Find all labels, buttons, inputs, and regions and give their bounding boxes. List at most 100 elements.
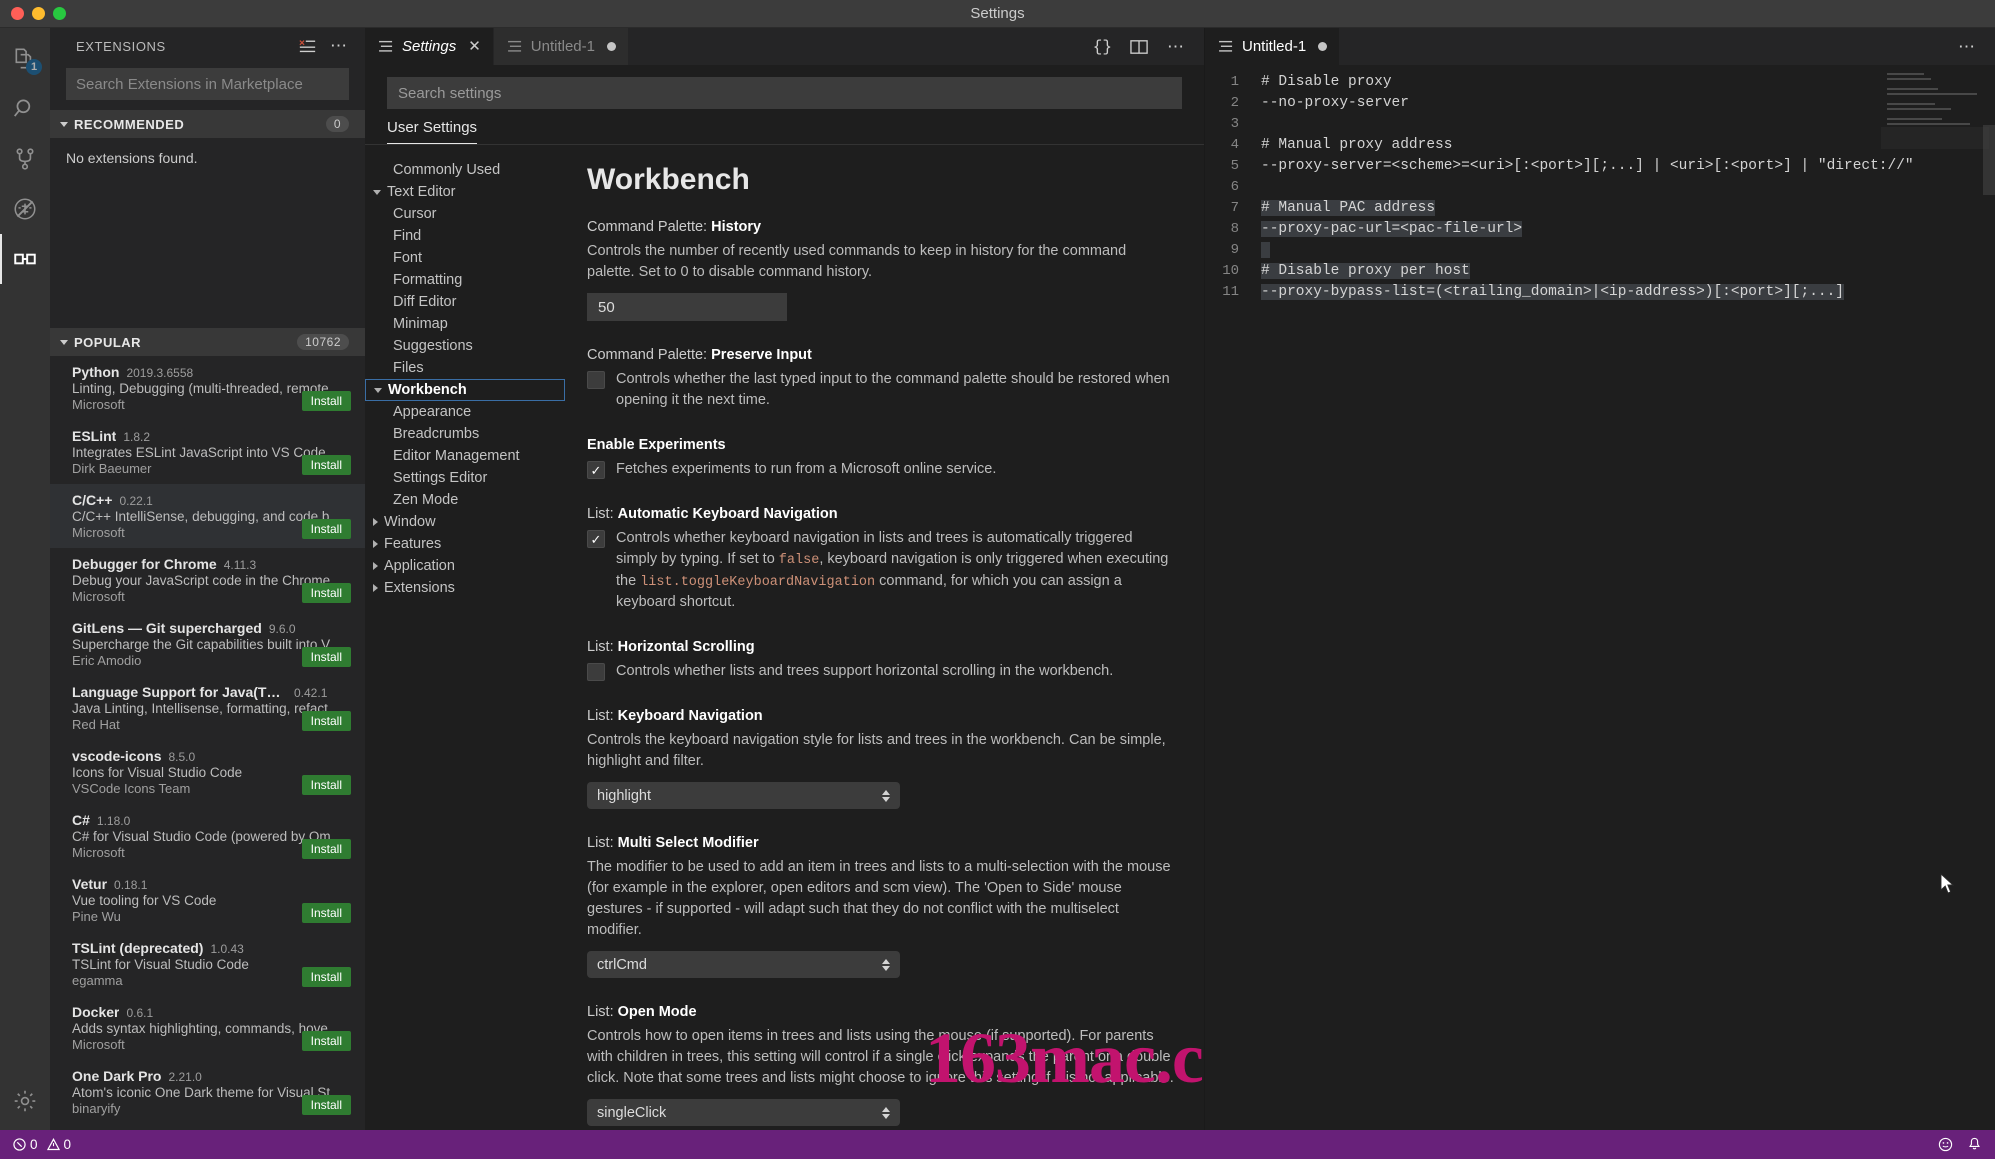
extensions-list-scroll[interactable]: RECOMMENDED 0 No extensions found. POPUL… — [50, 110, 365, 1130]
extension-list-item[interactable]: C/C++ 0.22.1 C/C++ IntelliSense, debugging… — [50, 484, 365, 548]
extension-list-item[interactable]: Maven for Java0.16.1 — [50, 1124, 365, 1130]
setting-checkbox[interactable] — [587, 663, 605, 682]
setting-select[interactable]: singleClick — [587, 1099, 900, 1127]
activity-bar-item-extensions[interactable] — [0, 234, 50, 284]
notifications-bell-icon[interactable] — [1967, 1137, 1982, 1152]
close-icon[interactable]: ✕ — [468, 39, 481, 54]
tab-untitled-1-right[interactable]: Untitled-1 — [1205, 28, 1341, 65]
setting-code-token: false — [778, 553, 820, 569]
install-button[interactable]: Install — [301, 711, 351, 731]
toc-item-label: Text Editor — [387, 184, 456, 200]
extension-list-item[interactable]: ESLint 1.8.2 Integrates ESLint JavaScript … — [50, 420, 365, 484]
extension-list-item[interactable]: TSLint (deprecated) 1.0.43 TSLint for Visu… — [50, 932, 365, 996]
section-popular[interactable]: POPULAR 10762 — [50, 328, 365, 356]
install-button[interactable]: Install — [301, 903, 351, 923]
section-recommended[interactable]: RECOMMENDED 0 — [50, 110, 365, 138]
code-line: 4 # Manual proxy address — [1205, 134, 1995, 155]
activity-bar-item-debug[interactable] — [0, 184, 50, 234]
toc-item-features[interactable]: Features — [365, 533, 565, 555]
install-button[interactable]: Install — [301, 455, 351, 475]
extension-list-item[interactable]: Python 2019.3.6558 Linting, Debugging (mul… — [50, 356, 365, 420]
toc-item-formatting[interactable]: Formatting — [365, 269, 565, 291]
install-button[interactable]: Install — [301, 967, 351, 987]
toc-item-zen-mode[interactable]: Zen Mode — [365, 489, 565, 511]
extension-list-item[interactable]: vscode-icons 8.5.0 Icons for Visual Studio… — [50, 740, 365, 804]
toc-item-find[interactable]: Find — [365, 225, 565, 247]
toc-item-appearance[interactable]: Appearance — [365, 401, 565, 423]
toc-item-font[interactable]: Font — [365, 247, 565, 269]
toc-item-minimap[interactable]: Minimap — [365, 313, 565, 335]
editor-scrollbar[interactable] — [1983, 125, 1995, 195]
toc-item-text-editor[interactable]: Text Editor — [365, 181, 565, 203]
extension-list-item[interactable]: Docker 0.6.1 Adds syntax highlighting, com… — [50, 996, 365, 1060]
status-problems[interactable]: 0 0 — [13, 1137, 71, 1152]
section-popular-label: POPULAR — [74, 334, 142, 350]
settings-search-input[interactable] — [387, 77, 1182, 109]
clear-filter-icon[interactable] — [299, 39, 316, 54]
extension-list-item[interactable]: Vetur 0.18.1 Vue tooling for VS Code Pine W… — [50, 868, 365, 932]
selected-code: --proxy-bypass-list=(<trailing_domain>|<… — [1261, 283, 1844, 300]
install-button[interactable]: Install — [301, 519, 351, 539]
activity-bar-item-explorer[interactable]: 1 — [0, 34, 50, 84]
toc-item-label: Application — [384, 558, 455, 574]
toc-item-window[interactable]: Window — [365, 511, 565, 533]
code-line: 8 --proxy-pac-url=<pac-file-url> — [1205, 218, 1995, 239]
toc-item-cursor[interactable]: Cursor — [365, 203, 565, 225]
vscode-window: Settings 1 EXTENSIONS ⋯ Search Extension… — [0, 0, 1995, 1159]
settings-main: Commonly Used Text Editor Cursor Find Font Fo… — [365, 145, 1204, 1130]
maximize-window-button[interactable] — [53, 7, 66, 20]
tab-settings[interactable]: Settings ✕ — [365, 28, 494, 65]
setting-checkbox[interactable] — [587, 371, 605, 390]
minimize-window-button[interactable] — [32, 7, 45, 20]
install-button[interactable]: Install — [301, 391, 351, 411]
code-line: 11 --proxy-bypass-list=(<trailing_domain>… — [1205, 281, 1995, 302]
extensions-search-input[interactable] — [66, 68, 349, 100]
toc-item-application[interactable]: Application — [365, 555, 565, 577]
setting-prefix: List: — [587, 835, 618, 852]
tab-untitled-1[interactable]: Untitled-1 — [493, 28, 629, 65]
install-button[interactable]: Install — [301, 775, 351, 795]
setting-select[interactable]: highlight — [587, 782, 900, 810]
activity-bar-item-search[interactable] — [0, 84, 50, 134]
toc-item-extensions[interactable]: Extensions — [365, 577, 565, 599]
toc-item-commonly-used[interactable]: Commonly Used — [365, 159, 565, 181]
toc-item-settings-editor[interactable]: Settings Editor — [365, 467, 565, 489]
code-line: 9 — [1205, 239, 1995, 260]
toc-item-diff-editor[interactable]: Diff Editor — [365, 291, 565, 313]
activity-bar-item-settings[interactable] — [0, 1080, 50, 1130]
extension-list-item[interactable]: Language Support for Java(TM) by... 0.42.… — [50, 676, 365, 740]
code-editor[interactable]: 1 # Disable proxy 2 --no-proxy-server 3 4 # Ma… — [1205, 65, 1995, 1130]
install-button[interactable]: Install — [301, 1031, 351, 1051]
extension-list-item[interactable]: C# 1.18.0 C# for Visual Studio Code (power… — [50, 804, 365, 868]
toc-item-files[interactable]: Files — [365, 357, 565, 379]
install-button[interactable]: Install — [301, 647, 351, 667]
more-actions-icon[interactable]: ⋯ — [1167, 38, 1186, 55]
toc-item-suggestions[interactable]: Suggestions — [365, 335, 565, 357]
feedback-smiley-icon[interactable] — [1938, 1137, 1953, 1152]
toc-item-breadcrumbs[interactable]: Breadcrumbs — [365, 423, 565, 445]
extension-name: Language Support for Java(TM) by... — [72, 684, 287, 700]
setting-checkbox[interactable]: ✓ — [587, 530, 605, 549]
more-actions-icon[interactable]: ⋯ — [330, 37, 349, 54]
split-editor-icon[interactable] — [1130, 39, 1149, 55]
setting-select[interactable]: ctrlCmd — [587, 951, 900, 979]
open-settings-json-icon[interactable]: {} — [1093, 38, 1112, 56]
extension-list-item[interactable]: GitLens — Git supercharged 9.6.0 Superchar… — [50, 612, 365, 676]
extension-list-item[interactable]: One Dark Pro 2.21.0 Atom's iconic One Dark… — [50, 1060, 365, 1124]
setting-item: Command Palette: Preserve Input Controls … — [587, 347, 1176, 411]
more-actions-icon[interactable]: ⋯ — [1958, 38, 1977, 55]
install-button[interactable]: Install — [301, 1095, 351, 1115]
close-window-button[interactable] — [11, 7, 24, 20]
extension-list-item[interactable]: Debugger for Chrome 4.11.3 Debug your Java… — [50, 548, 365, 612]
activity-bar-item-source-control[interactable] — [0, 134, 50, 184]
tab-user-settings[interactable]: User Settings — [387, 119, 478, 144]
toc-item-editor-management[interactable]: Editor Management — [365, 445, 565, 467]
setting-checkbox[interactable]: ✓ — [587, 461, 605, 480]
install-button[interactable]: Install — [301, 839, 351, 859]
setting-number-input[interactable] — [587, 293, 787, 322]
install-button[interactable]: Install — [301, 583, 351, 603]
toc-item-workbench[interactable]: Workbench — [365, 379, 565, 401]
toc-item-label: Extensions — [384, 580, 455, 596]
setting-key: Open Mode — [617, 1004, 697, 1021]
setting-checkbox-row: ✓ Fetches experiments to run from a Micro… — [587, 459, 1176, 480]
